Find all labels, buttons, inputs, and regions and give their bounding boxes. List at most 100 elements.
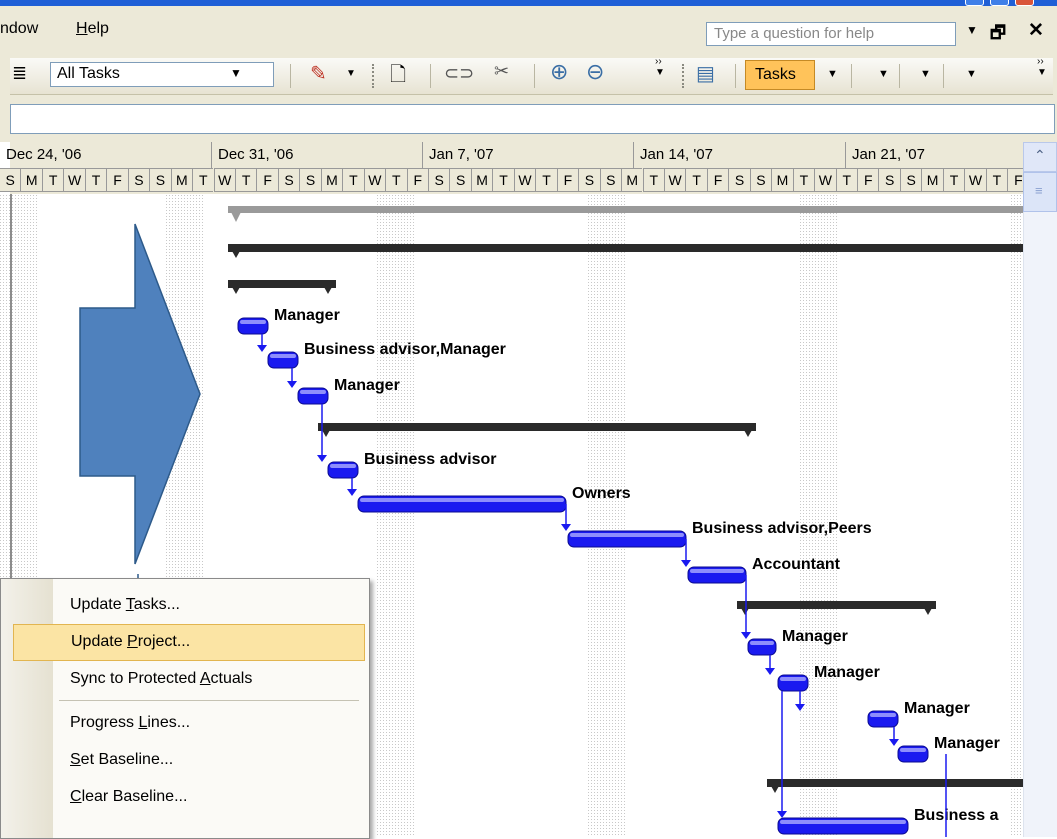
resource-label: Business a [914, 807, 999, 824]
menu-item-progress-lines[interactable]: Progress Lines... [1, 705, 369, 742]
menu-item-clear-baseline[interactable]: Clear Baseline... [1, 779, 369, 816]
menu-item-set-baseline[interactable]: Set Baseline... [1, 742, 369, 779]
grip-icon: ≡ [1035, 183, 1043, 198]
menu-item-label: Set Baseline... [70, 751, 174, 768]
restore-window-icon[interactable]: 🗗 [990, 20, 1006, 49]
timescale-day: S [728, 168, 750, 192]
help-dropdown-icon[interactable]: ▼ [966, 23, 978, 37]
timescale-day: W [814, 168, 836, 192]
timescale-day: T [942, 168, 965, 192]
toolbar-separator [899, 64, 900, 88]
summary-bar[interactable] [767, 779, 1023, 787]
toolbar-options-icon[interactable]: ›› ▼ [1037, 56, 1047, 78]
tasks-button[interactable]: Tasks [745, 60, 815, 90]
timescale-header: Dec 24, '06 Dec 31, '06 Jan 7, '07 Jan 14, … [0, 142, 1029, 194]
week-label: Dec 31, '06 [218, 146, 294, 163]
resource-label: Manager [334, 377, 400, 394]
task-bar-highlight [360, 498, 564, 502]
toolbar-overflow-icon[interactable]: ▼ [346, 68, 356, 79]
timescale-day: F [406, 168, 428, 192]
report-dropdown-icon[interactable]: ▼ [966, 68, 977, 80]
week-label: Jan 21, '07 [852, 146, 925, 163]
new-document-icon[interactable]: 🗋 [390, 60, 406, 94]
vertical-scrollbar[interactable] [1023, 212, 1057, 837]
summary-bar[interactable] [228, 280, 336, 288]
timescale-day: S [149, 168, 171, 192]
timescale-day: T [84, 168, 107, 192]
tasks-dropdown-icon[interactable]: ▼ [827, 68, 838, 80]
dependency-arrowhead [347, 489, 357, 496]
toolbar-separator [735, 64, 736, 88]
help-question-input[interactable]: Type a question for help [706, 22, 956, 46]
scroll-thumb[interactable]: ≡ [1023, 172, 1057, 212]
dependency-arrowhead [765, 668, 775, 675]
close-document-icon[interactable]: ✕ [1028, 19, 1044, 42]
track-dropdown-icon[interactable]: ▼ [920, 68, 931, 80]
week-label: Jan 14, '07 [640, 146, 713, 163]
summary-bar[interactable] [228, 244, 1023, 252]
task-bar-highlight [870, 713, 896, 717]
timescale-day: M [921, 168, 943, 192]
toolbar-separator [943, 64, 944, 88]
timescale-day: S [749, 168, 772, 192]
timescale-day: S [899, 168, 922, 192]
timescale-week: Jan 7, '07 [422, 142, 634, 168]
menu-item-label: Update Tasks... [70, 596, 180, 613]
menu-item-update-tasks[interactable]: Update Tasks... [1, 587, 369, 624]
dependency-arrowhead [317, 455, 327, 462]
timescale-week: Dec 24, '06 [0, 142, 212, 168]
timescale-day: M [470, 168, 493, 192]
project-summary-bar[interactable] [228, 206, 1023, 213]
week-label: Jan 7, '07 [429, 146, 494, 163]
zoom-in-icon[interactable]: ⊕ [550, 59, 568, 85]
scroll-up-button[interactable]: ⌃ [1023, 142, 1057, 172]
toolbar-separator [430, 64, 431, 88]
resources-dropdown-icon[interactable]: ▼ [878, 68, 889, 80]
big-arrow-shape [79, 223, 201, 565]
task-bar-highlight [780, 677, 806, 681]
task-bar-highlight [780, 820, 906, 824]
menu-separator [59, 700, 359, 701]
toolbar-options-icon[interactable]: ›› ▼ [655, 56, 665, 78]
resource-label: Manager [904, 700, 970, 717]
task-bar-highlight [750, 641, 774, 645]
link-tasks-icon[interactable]: ⊂⊃ [444, 63, 474, 84]
summary-bar[interactable] [737, 601, 936, 609]
resource-label: Manager [934, 735, 1000, 752]
task-bar-highlight [240, 320, 266, 324]
timescale-day: S [428, 168, 450, 192]
menu-window[interactable]: ndow [0, 20, 38, 38]
timescale-day: M [771, 168, 793, 192]
timescale-day: W [63, 168, 85, 192]
resource-label: Manager [814, 664, 880, 681]
project-guide-icon[interactable]: ▤ [696, 61, 715, 86]
entry-field[interactable] [10, 104, 1055, 134]
timescale-day: T [535, 168, 557, 192]
filter-dropdown-icon[interactable]: ▼ [230, 66, 242, 80]
timescale-day: T [835, 168, 857, 192]
menu-item-update-project[interactable]: Update Project... [13, 624, 365, 661]
menu-item-label: Progress Lines... [70, 714, 191, 731]
unlink-tasks-icon[interactable]: ✂ [494, 61, 509, 82]
timescale-week: Jan 14, '07 [633, 142, 846, 168]
toolbar-grip[interactable] [682, 64, 686, 88]
format-painter-icon[interactable]: ✎ [310, 61, 327, 86]
task-bar-highlight [270, 354, 296, 358]
resource-label: Manager [274, 307, 340, 324]
timescale-day: T [792, 168, 815, 192]
timescale-day: W [213, 168, 235, 192]
menu-item-sync-to-protected-actuals[interactable]: Sync to Protected Actuals [1, 661, 369, 698]
menu-help[interactable]: Help [76, 20, 109, 38]
toolbar-grip[interactable] [372, 64, 376, 88]
toolbar-separator [534, 64, 535, 88]
timescale-day: T [192, 168, 214, 192]
timescale-day: S [277, 168, 300, 192]
zoom-out-icon[interactable]: ⊖ [586, 59, 604, 85]
dependency-arrowhead [795, 704, 805, 711]
dependency-arrowhead [681, 560, 691, 567]
menu-item-label: Update Project... [71, 633, 191, 650]
list-view-icon[interactable]: ≣ [12, 63, 27, 84]
timescale-day: T [985, 168, 1008, 192]
timescale-day: S [299, 168, 321, 192]
summary-bar[interactable] [318, 423, 756, 431]
